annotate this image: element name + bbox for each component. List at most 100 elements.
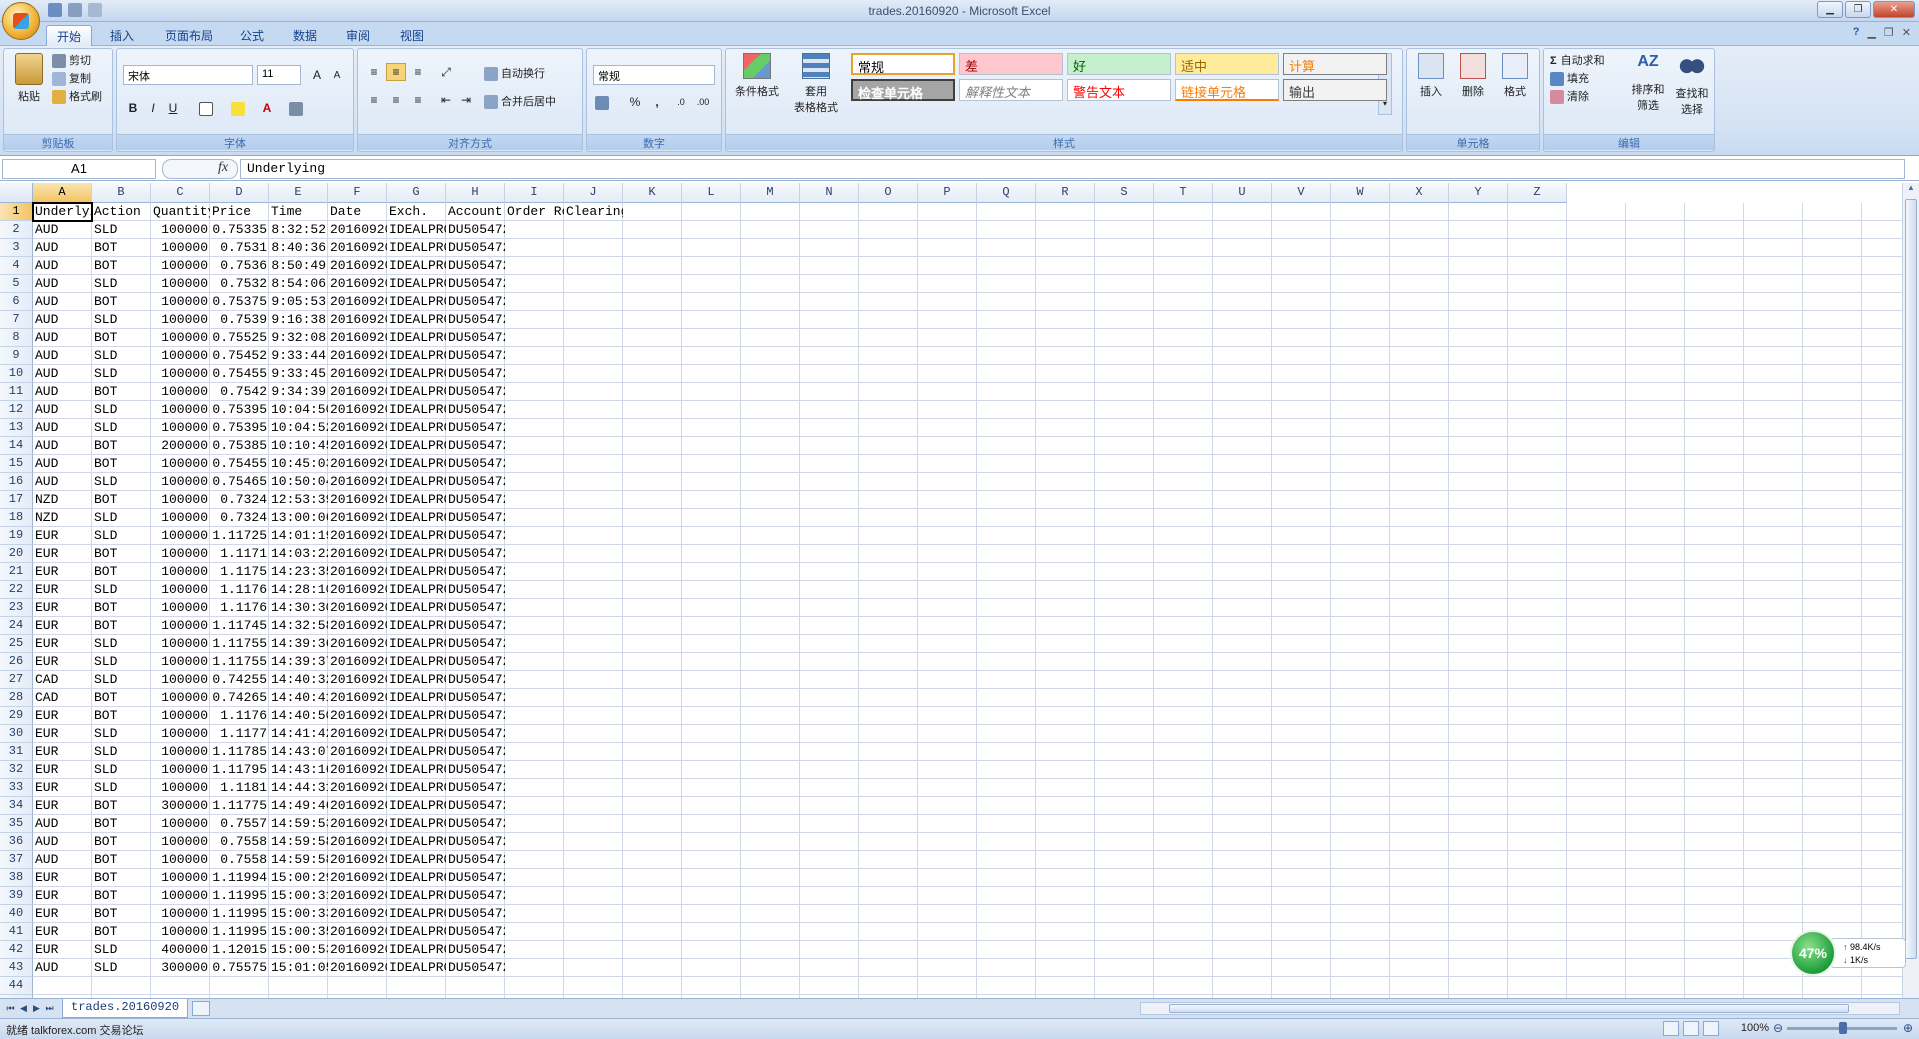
table-cell[interactable]: DU505472 <box>446 905 505 923</box>
table-cell[interactable]: DU505472 <box>446 923 505 941</box>
row-header[interactable]: 9 <box>0 347 33 365</box>
table-cell[interactable]: 14:30:30 <box>269 599 328 617</box>
table-cell[interactable]: Time <box>269 203 328 221</box>
table-cell[interactable]: 20160920 <box>328 581 387 599</box>
table-cell[interactable]: IDEALPRO <box>387 815 446 833</box>
table-cell[interactable]: 20160920 <box>328 527 387 545</box>
row-header[interactable]: 44 <box>0 977 33 995</box>
table-cell[interactable]: EUR <box>33 635 92 653</box>
table-cell[interactable]: IDEALPRO <box>387 221 446 239</box>
table-cell[interactable]: IDEALPRO <box>387 581 446 599</box>
table-cell[interactable]: 100000 <box>151 869 210 887</box>
align-middle-button[interactable]: ≡ <box>386 63 406 81</box>
table-cell[interactable]: 20160920 <box>328 923 387 941</box>
table-cell[interactable]: IDEALPRO <box>387 437 446 455</box>
column-header[interactable]: K <box>623 183 682 203</box>
table-cell[interactable]: 20160920 <box>328 455 387 473</box>
table-cell[interactable]: 9:33:45 <box>269 365 328 383</box>
column-header[interactable]: N <box>800 183 859 203</box>
row-header[interactable]: 33 <box>0 779 33 797</box>
table-cell[interactable]: IDEALPRO <box>387 797 446 815</box>
table-cell[interactable]: SLD <box>92 473 151 491</box>
cell-style-0[interactable]: 常规 <box>851 53 955 75</box>
table-cell[interactable]: 0.7557 <box>210 815 269 833</box>
table-cell[interactable]: 14:39:36 <box>269 635 328 653</box>
table-cell[interactable]: IDEALPRO <box>387 869 446 887</box>
table-cell[interactable]: SLD <box>92 401 151 419</box>
table-cell[interactable]: 20160920 <box>328 743 387 761</box>
table-cell[interactable]: 20160920 <box>328 959 387 977</box>
table-cell[interactable]: 300000 <box>151 959 210 977</box>
table-cell[interactable]: 100000 <box>151 455 210 473</box>
table-cell[interactable]: 0.7539 <box>210 311 269 329</box>
table-cell[interactable]: 9:34:39 <box>269 383 328 401</box>
row-header[interactable]: 23 <box>0 599 33 617</box>
table-cell[interactable]: 15:00:31 <box>269 887 328 905</box>
table-cell[interactable]: 100000 <box>151 599 210 617</box>
table-cell[interactable]: 100000 <box>151 221 210 239</box>
table-cell[interactable]: 20160920 <box>328 887 387 905</box>
table-cell[interactable]: AUD <box>33 329 92 347</box>
row-header[interactable]: 10 <box>0 365 33 383</box>
table-cell[interactable]: 100000 <box>151 707 210 725</box>
row-header[interactable]: 26 <box>0 653 33 671</box>
last-sheet-icon[interactable]: ⏭ <box>43 1002 56 1015</box>
table-cell[interactable]: 10:50:04 <box>269 473 328 491</box>
border-button[interactable] <box>197 99 217 117</box>
cell-style-8[interactable]: 链接单元格 <box>1175 79 1279 101</box>
table-cell[interactable]: IDEALPRO <box>387 599 446 617</box>
column-header[interactable]: F <box>328 183 387 203</box>
table-cell[interactable]: 0.75385 <box>210 437 269 455</box>
table-cell[interactable]: 0.75452 <box>210 347 269 365</box>
font-color-button[interactable]: A <box>257 99 277 117</box>
table-cell[interactable]: SLD <box>92 311 151 329</box>
increase-indent-button[interactable]: ⇥ <box>456 91 476 109</box>
table-cell[interactable]: IDEALPRO <box>387 851 446 869</box>
table-cell[interactable]: DU505472 <box>446 779 505 797</box>
font-size-select[interactable]: 11 <box>257 65 301 85</box>
column-header[interactable]: H <box>446 183 505 203</box>
table-cell[interactable]: 1.1171 <box>210 545 269 563</box>
table-cell[interactable]: IDEALPRO <box>387 527 446 545</box>
table-cell[interactable]: Clearing <box>564 203 623 221</box>
table-cell[interactable]: 0.74255 <box>210 671 269 689</box>
vertical-scroll-thumb[interactable] <box>1905 199 1917 959</box>
tab-page-layout[interactable]: 页面布局 <box>155 25 223 46</box>
table-cell[interactable]: 14:41:42 <box>269 725 328 743</box>
table-cell[interactable]: DU505472 <box>446 887 505 905</box>
table-cell[interactable]: 20160920 <box>328 293 387 311</box>
row-header[interactable]: 35 <box>0 815 33 833</box>
table-cell[interactable]: 14:43:07 <box>269 743 328 761</box>
clear-button[interactable]: 清除 <box>1550 88 1589 105</box>
table-cell[interactable]: 20160920 <box>328 491 387 509</box>
table-cell[interactable]: EUR <box>33 545 92 563</box>
table-cell[interactable]: BOT <box>92 797 151 815</box>
table-cell[interactable]: 20160920 <box>328 833 387 851</box>
table-cell[interactable]: DU505472 <box>446 365 505 383</box>
table-cell[interactable]: IDEALPRO <box>387 509 446 527</box>
table-cell[interactable]: SLD <box>92 725 151 743</box>
table-cell[interactable]: 20160920 <box>328 725 387 743</box>
table-cell[interactable]: BOT <box>92 833 151 851</box>
table-cell[interactable]: AUD <box>33 437 92 455</box>
row-header[interactable]: 39 <box>0 887 33 905</box>
table-cell[interactable]: DU505472 <box>446 869 505 887</box>
row-header[interactable]: 24 <box>0 617 33 635</box>
table-cell[interactable]: Underlying <box>33 203 92 221</box>
table-cell[interactable]: 14:39:37 <box>269 653 328 671</box>
table-cell[interactable]: DU505472 <box>446 347 505 365</box>
table-cell[interactable]: 20160920 <box>328 473 387 491</box>
table-cell[interactable]: 1.1181 <box>210 779 269 797</box>
column-header[interactable]: B <box>92 183 151 203</box>
table-cell[interactable]: 1.11775 <box>210 797 269 815</box>
table-cell[interactable]: 20160920 <box>328 761 387 779</box>
table-cell[interactable]: BOT <box>92 239 151 257</box>
row-header[interactable]: 31 <box>0 743 33 761</box>
office-button[interactable] <box>2 2 40 40</box>
conditional-format-button[interactable]: 条件格式 <box>732 53 782 99</box>
table-cell[interactable]: 0.7558 <box>210 851 269 869</box>
table-cell[interactable]: 1.11995 <box>210 905 269 923</box>
insert-cells-button[interactable]: 插入 <box>1413 53 1449 99</box>
table-cell[interactable]: 100000 <box>151 815 210 833</box>
table-cell[interactable]: IDEALPRO <box>387 563 446 581</box>
